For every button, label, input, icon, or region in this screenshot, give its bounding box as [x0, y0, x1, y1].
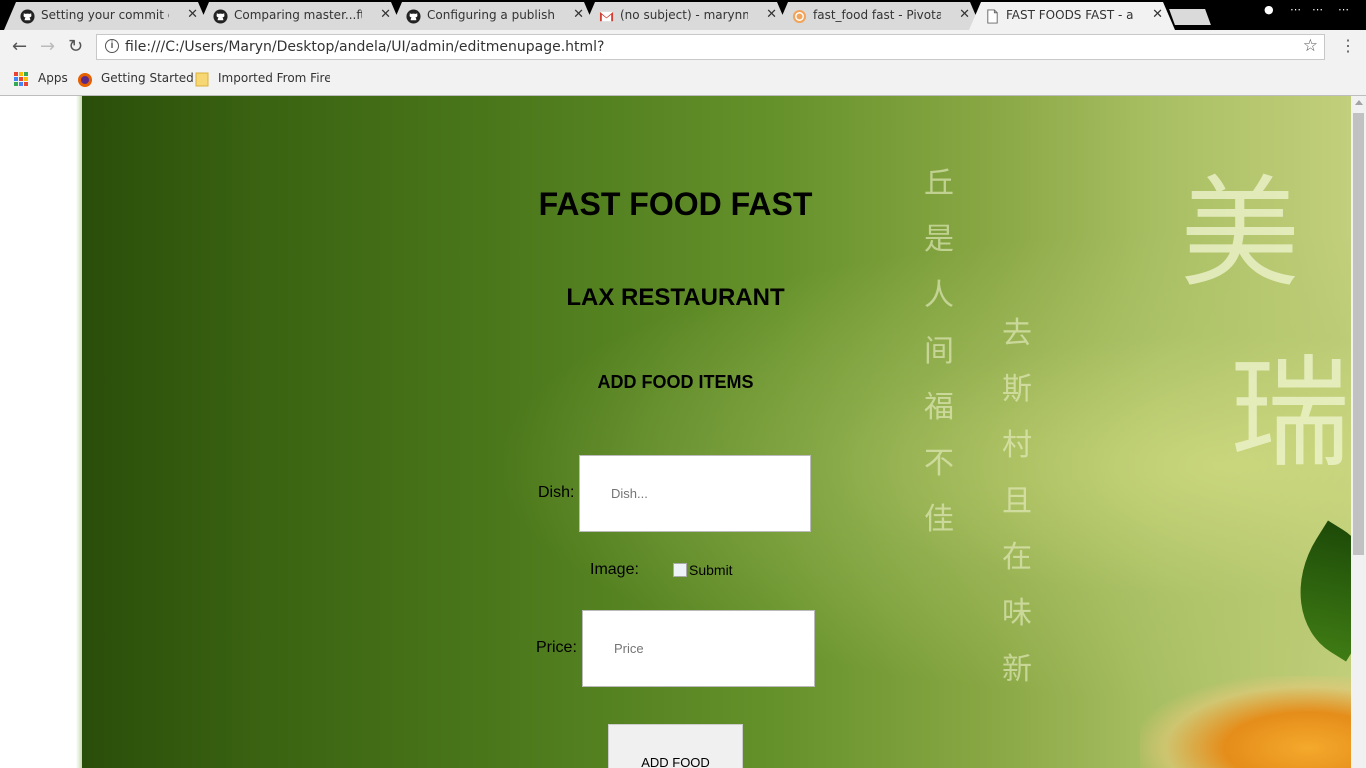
apps-grid-icon — [14, 72, 28, 86]
vertical-scrollbar[interactable] — [1351, 96, 1366, 768]
folder-icon — [195, 72, 209, 87]
tab-title: Comparing master...ft-ma — [234, 8, 361, 22]
close-icon[interactable]: ✕ — [187, 7, 198, 22]
close-icon[interactable]: ✕ — [380, 7, 391, 22]
bookmark-getting-started[interactable]: Getting Started — [101, 71, 194, 85]
tab-title: fast_food fast - Pivotal Tr — [813, 8, 941, 22]
scrollbar-thumb[interactable] — [1353, 113, 1364, 555]
tab-title: FAST FOODS FAST - adm — [1006, 8, 1134, 22]
tab-fast-foods-admin[interactable]: FAST FOODS FAST - adm ✕ — [969, 2, 1175, 30]
close-icon[interactable]: ✕ — [1152, 7, 1163, 22]
close-window-icon[interactable]: ⋯ — [1338, 3, 1349, 16]
add-food-button[interactable]: ADD FOOD — [608, 724, 743, 768]
close-icon[interactable]: ✕ — [573, 7, 584, 22]
bookmark-apps[interactable]: Apps — [38, 71, 68, 85]
price-label: Price: — [536, 639, 577, 656]
back-arrow-icon[interactable]: ← — [12, 36, 27, 57]
close-icon[interactable]: ✕ — [766, 7, 777, 22]
price-input[interactable] — [583, 611, 814, 686]
dish-input[interactable] — [580, 456, 810, 531]
price-field[interactable] — [582, 610, 815, 687]
tab-gmail[interactable]: (no subject) - marynmwir ✕ — [583, 2, 789, 30]
info-icon[interactable]: i — [105, 39, 119, 53]
browser-toolbar: ← → ↻ i file:///C:/Users/Maryn/Desktop/a… — [0, 30, 1366, 65]
tab-title: Configuring a publishing — [427, 8, 555, 22]
profile-icon[interactable]: ● — [1264, 3, 1274, 16]
reload-icon[interactable]: ↻ — [68, 36, 83, 57]
tab-configuring-publishing[interactable]: Configuring a publishing ✕ — [390, 2, 596, 30]
github-icon — [20, 9, 35, 24]
gmail-icon — [599, 9, 614, 24]
tab-github-commit-email[interactable]: Setting your commit ema ✕ — [4, 2, 210, 30]
github-icon — [406, 9, 421, 24]
image-submit-button[interactable]: Submit — [673, 562, 733, 578]
image-submit-alt-text: Submit — [689, 562, 733, 578]
minimize-icon[interactable]: ⋯ — [1290, 3, 1301, 16]
tab-comparing-master[interactable]: Comparing master...ft-ma ✕ — [197, 2, 403, 30]
close-icon[interactable]: ✕ — [959, 7, 970, 22]
section-heading: ADD FOOD ITEMS — [597, 372, 754, 392]
dish-label: Dish: — [538, 484, 575, 501]
tab-pivotal-tracker[interactable]: fast_food fast - Pivotal Tr ✕ — [776, 2, 982, 30]
tab-title: Setting your commit ema — [41, 8, 164, 22]
broken-image-icon — [673, 563, 687, 577]
url-text[interactable]: file:///C:/Users/Maryn/Desktop/andela/UI… — [125, 39, 605, 55]
dish-field[interactable] — [579, 455, 811, 532]
firefox-icon — [78, 73, 92, 87]
pivotal-icon — [792, 9, 807, 24]
tab-title: (no subject) - marynmwir — [620, 8, 743, 22]
page-icon — [985, 9, 1000, 24]
maximize-icon[interactable]: ⋯ — [1312, 3, 1323, 16]
page-content: FAST FOOD FAST LAX RESTAURANT ADD FOOD I… — [0, 96, 1351, 768]
forward-arrow-icon[interactable]: → — [40, 36, 55, 57]
address-bar[interactable]: i file:///C:/Users/Maryn/Desktop/andela/… — [96, 34, 1325, 60]
github-icon — [213, 9, 228, 24]
new-tab-button[interactable] — [1169, 9, 1211, 25]
tab-strip: Setting your commit ema ✕ Comparing mast… — [0, 0, 1366, 30]
browser-menu-icon[interactable]: ⋮ — [1340, 36, 1356, 56]
bookmark-star-icon[interactable]: ☆ — [1303, 36, 1318, 56]
image-label: Image: — [590, 561, 639, 578]
scroll-up-arrow-icon[interactable] — [1355, 100, 1363, 105]
page-title: FAST FOOD FAST — [538, 186, 813, 222]
bookmark-imported-from-firefox[interactable]: Imported From Firefo — [218, 71, 330, 85]
restaurant-name: LAX RESTAURANT — [566, 284, 785, 311]
bookmarks-bar: Apps Getting Started Imported From Firef… — [0, 65, 1366, 96]
page-viewport: 丘是人间福不佳 去斯村且在味新 美 瑞 FAST FOOD FAST LAX R… — [0, 96, 1351, 768]
